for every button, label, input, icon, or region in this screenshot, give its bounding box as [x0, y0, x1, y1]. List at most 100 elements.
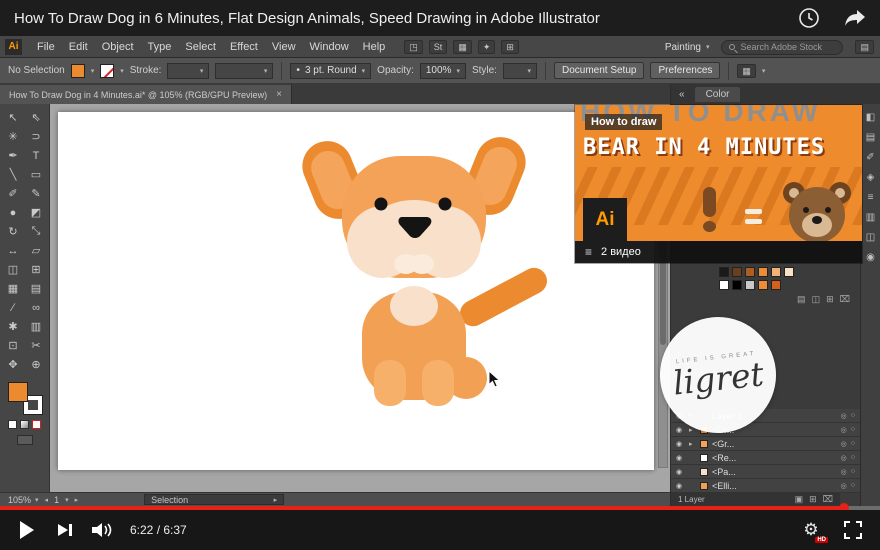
- target-circle-icon[interactable]: ◎: [841, 454, 847, 462]
- shape-builder-tool[interactable]: ◫: [3, 260, 24, 279]
- menu-item[interactable]: Select: [178, 41, 223, 53]
- new-layer-icon[interactable]: ⊞: [809, 494, 817, 505]
- symbols-panel-icon[interactable]: ◈: [867, 173, 875, 183]
- hand-tool[interactable]: ✥: [3, 355, 24, 374]
- transparency-panel-icon[interactable]: ◫: [866, 233, 875, 243]
- selection-tool[interactable]: ↖: [3, 108, 24, 127]
- endscreen-playlist-card[interactable]: HOW TO DRAW How to draw BEAR IN 4 MINUTE…: [575, 105, 862, 263]
- settings-button[interactable]: ⚙ HD: [792, 510, 830, 550]
- card-thumbnail[interactable]: HOW TO DRAW How to draw BEAR IN 4 MINUTE…: [575, 105, 862, 241]
- perspective-grid-tool[interactable]: ⊞: [26, 260, 47, 279]
- preferences-button[interactable]: Preferences: [650, 62, 721, 79]
- color-panel-icon[interactable]: ◧: [866, 113, 875, 123]
- fill-color-swatch[interactable]: [70, 63, 85, 78]
- symbol-sprayer-tool[interactable]: ✱: [3, 317, 24, 336]
- visibility-eye-icon[interactable]: ◉: [676, 426, 685, 434]
- layer-row[interactable]: ◉ ▸ <Gr... ◎ ○: [671, 437, 860, 451]
- gradient-icon[interactable]: [20, 420, 29, 429]
- new-swatch-icon[interactable]: ⊞: [826, 294, 834, 305]
- visibility-eye-icon[interactable]: ◉: [676, 482, 685, 490]
- menubar-icon-button[interactable]: ◳: [404, 39, 423, 54]
- target-circle-icon[interactable]: ◎: [841, 412, 847, 420]
- menu-item[interactable]: Object: [95, 41, 141, 53]
- panel-grid-icon[interactable]: ▤: [855, 40, 874, 54]
- layer-row[interactable]: ◉ <Elli... ◎ ○: [671, 479, 860, 493]
- swatch[interactable]: [771, 280, 781, 290]
- playlist-bar[interactable]: ≡ 2 видео: [575, 241, 862, 263]
- selection-circle-icon[interactable]: ○: [851, 412, 855, 419]
- watch-later-icon[interactable]: [798, 7, 820, 29]
- color-white-icon[interactable]: [8, 420, 17, 429]
- status-tool-indicator[interactable]: Selection ▸: [144, 494, 285, 505]
- selection-circle-icon[interactable]: ○: [851, 426, 855, 433]
- artboard-next-icon[interactable]: ▸: [75, 496, 79, 504]
- blend-tool[interactable]: ∞: [26, 298, 47, 317]
- menu-item[interactable]: Type: [141, 41, 179, 53]
- menu-item[interactable]: Effect: [223, 41, 265, 53]
- appearance-panel-icon[interactable]: ◉: [866, 253, 875, 263]
- gradient-panel-icon[interactable]: ▥: [866, 213, 875, 223]
- menubar-icon-button[interactable]: ⊞: [501, 39, 519, 54]
- zoom-tool[interactable]: ⊕: [26, 355, 47, 374]
- menubar-icon-button[interactable]: ▦: [453, 39, 472, 54]
- swatch[interactable]: [745, 267, 755, 277]
- menu-item[interactable]: Help: [356, 41, 393, 53]
- document-setup-button[interactable]: Document Setup: [553, 62, 645, 79]
- menu-item[interactable]: Window: [303, 41, 356, 53]
- screen-mode-icon[interactable]: [16, 435, 33, 445]
- none-icon[interactable]: [32, 420, 41, 429]
- direct-selection-tool[interactable]: ⇖: [26, 108, 47, 127]
- next-button[interactable]: [46, 510, 84, 550]
- document-tab[interactable]: How To Draw Dog in 4 Minutes.ai* @ 105% …: [0, 85, 292, 104]
- target-circle-icon[interactable]: ◎: [841, 440, 847, 448]
- brushes-panel-icon[interactable]: ✐: [866, 153, 874, 163]
- target-circle-icon[interactable]: ◎: [841, 482, 847, 490]
- pencil-tool[interactable]: ✎: [26, 184, 47, 203]
- menu-item[interactable]: File: [30, 41, 62, 53]
- magic-wand-tool[interactable]: ✳: [3, 127, 24, 146]
- swatch[interactable]: [758, 280, 768, 290]
- artboard-tool[interactable]: ⊡: [3, 336, 24, 355]
- align-panel-icon[interactable]: ▦: [737, 63, 756, 78]
- column-graph-tool[interactable]: ▥: [26, 317, 47, 336]
- artboard[interactable]: [58, 112, 654, 470]
- swatches-panel-icon[interactable]: ▤: [866, 133, 875, 143]
- play-button[interactable]: [8, 510, 46, 550]
- mesh-tool[interactable]: ▦: [3, 279, 24, 298]
- swatch-libraries-icon[interactable]: ▤: [797, 294, 806, 305]
- brush-definition-dropdown[interactable]: • 3 pt. Round ▾: [290, 62, 372, 79]
- visibility-eye-icon[interactable]: ◉: [676, 440, 685, 448]
- visibility-eye-icon[interactable]: ◉: [676, 468, 685, 476]
- selection-circle-icon[interactable]: ○: [851, 468, 855, 475]
- rotate-tool[interactable]: ↻: [3, 222, 24, 241]
- swatch-kinds-icon[interactable]: ◫: [812, 294, 821, 305]
- color-panel-tab[interactable]: Color: [694, 86, 741, 102]
- style-dropdown[interactable]: ▾: [502, 62, 537, 79]
- collapse-panels-icon[interactable]: «: [679, 89, 685, 100]
- swatch[interactable]: [758, 267, 768, 277]
- stroke-panel-icon[interactable]: ≡: [868, 193, 874, 203]
- fill-stroke-indicator[interactable]: [7, 382, 43, 415]
- artboard-prev-icon[interactable]: ◂: [45, 496, 49, 504]
- layer-row[interactable]: ◉ <Pa... ◎ ○: [671, 465, 860, 479]
- visibility-eye-icon[interactable]: ◉: [676, 454, 685, 462]
- menu-item[interactable]: View: [265, 41, 303, 53]
- opacity-dropdown[interactable]: 100% ▾: [419, 62, 466, 79]
- swatch[interactable]: [745, 280, 755, 290]
- pen-tool[interactable]: ✒: [3, 146, 24, 165]
- zoom-control[interactable]: 105% ▾: [8, 495, 39, 505]
- slice-tool[interactable]: ✂: [26, 336, 47, 355]
- selection-circle-icon[interactable]: ○: [851, 482, 855, 489]
- stroke-weight-dropdown[interactable]: ▾: [167, 62, 210, 79]
- stock-search-input[interactable]: Search Adobe Stock: [721, 39, 844, 55]
- fill-swatch-indicator[interactable]: [7, 382, 28, 402]
- swatch[interactable]: [732, 267, 742, 277]
- width-tool[interactable]: ↔: [3, 241, 24, 260]
- expand-arrow-icon[interactable]: ▸: [689, 440, 696, 448]
- workspace-switcher[interactable]: Painting ▾: [665, 42, 710, 53]
- scale-tool[interactable]: ⤡: [26, 222, 47, 241]
- share-icon[interactable]: [844, 9, 866, 27]
- swatch[interactable]: [719, 280, 729, 290]
- stroke-color-swatch[interactable]: [100, 63, 115, 78]
- lasso-tool[interactable]: ⊃: [26, 127, 47, 146]
